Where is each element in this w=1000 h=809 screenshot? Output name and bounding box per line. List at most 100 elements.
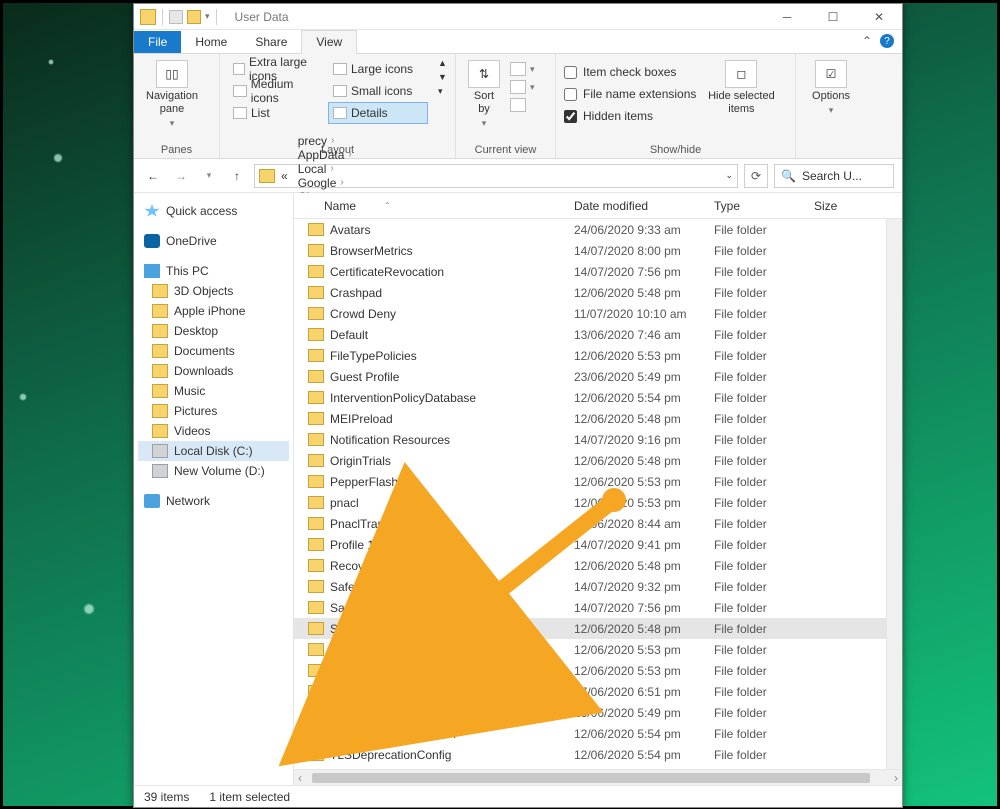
file-row[interactable]: Crowd Deny11/07/2020 10:10 amFile folder <box>294 303 886 324</box>
layout-details[interactable]: Details <box>328 102 428 124</box>
tab-view[interactable]: View <box>301 30 357 54</box>
nav-onedrive[interactable]: OneDrive <box>138 231 289 251</box>
forward-button[interactable]: → <box>170 165 192 187</box>
refresh-button[interactable]: ⟳ <box>744 164 768 188</box>
check-file-extensions[interactable]: File name extensions <box>564 84 696 104</box>
group-by-button[interactable]: ▾ <box>510 62 535 76</box>
tab-file[interactable]: File <box>134 31 181 53</box>
layout-scroll[interactable]: ▲ ▼ ▾ <box>434 58 447 97</box>
breadcrumb-bar[interactable]: « precy›AppData›Local›Google›Chrome›User… <box>254 164 738 188</box>
breadcrumb-segment[interactable]: AppData› <box>294 148 363 162</box>
column-headers[interactable]: Name⌃ Date modified Type Size <box>294 193 902 219</box>
check-item-checkboxes[interactable]: Item check boxes <box>564 62 696 82</box>
chevron-down-icon[interactable]: ⌄ <box>725 170 733 181</box>
file-row[interactable]: InterventionPolicyDatabase12/06/2020 5:5… <box>294 387 886 408</box>
options-button[interactable]: ☑ Options ▾ <box>804 58 858 116</box>
file-row[interactable]: Guest Profile23/06/2020 5:49 pmFile fold… <box>294 366 886 387</box>
nav-network[interactable]: Network <box>138 491 289 511</box>
titlebar[interactable]: ▾ User Data ─ ☐ ✕ <box>134 4 902 30</box>
nav-item[interactable]: Apple iPhone <box>138 301 289 321</box>
nav-item[interactable]: Documents <box>138 341 289 361</box>
layout-list[interactable]: List <box>228 102 328 124</box>
nav-item[interactable]: Downloads <box>138 361 289 381</box>
chevron-up-icon[interactable]: ▲ <box>438 58 447 68</box>
breadcrumb-segment[interactable]: Google› <box>294 176 363 190</box>
file-row[interactable]: TLSDeprecationConfig12/06/2020 5:54 pmFi… <box>294 744 886 765</box>
navigation-pane-button[interactable]: ▯▯ Navigation pane ▾ <box>142 58 202 129</box>
search-input[interactable]: 🔍 Search U... <box>774 164 894 188</box>
folder-icon <box>140 9 156 25</box>
nav-quick-access[interactable]: Quick access <box>138 201 289 221</box>
layout-small[interactable]: Small icons <box>328 80 428 102</box>
tab-share[interactable]: Share <box>241 31 301 53</box>
breadcrumb-segment[interactable]: precy› <box>294 134 363 148</box>
navigation-pane[interactable]: Quick access OneDrive This PC 3D Objects… <box>134 193 294 785</box>
qat-dropdown-icon[interactable]: ▾ <box>205 11 210 22</box>
properties-icon[interactable] <box>169 10 183 24</box>
file-row[interactable]: System Profile23/06/2020 5:49 pmFile fol… <box>294 702 886 723</box>
file-row[interactable]: FileTypePolicies12/06/2020 5:53 pmFile f… <box>294 345 886 366</box>
file-row[interactable]: BrowserMetrics14/07/2020 8:00 pmFile fol… <box>294 240 886 261</box>
file-row[interactable]: OriginTrials12/06/2020 5:48 pmFile folde… <box>294 450 886 471</box>
file-row[interactable]: RecoveryImproved12/06/2020 5:48 pmFile f… <box>294 555 886 576</box>
layout-gallery[interactable]: Extra large icons Large icons Medium ico… <box>228 58 428 124</box>
add-columns-button[interactable]: ▾ <box>510 80 535 94</box>
maximize-button[interactable]: ☐ <box>810 4 856 30</box>
folder-icon <box>308 412 324 425</box>
nav-item[interactable]: Pictures <box>138 401 289 421</box>
sort-by-button[interactable]: ⇅ Sort by ▾ <box>464 58 504 129</box>
breadcrumb-segment[interactable]: Local› <box>294 162 363 176</box>
file-row[interactable]: Notification Resources14/07/2020 9:16 pm… <box>294 429 886 450</box>
size-columns-button[interactable] <box>510 98 535 112</box>
vertical-scrollbar[interactable] <box>886 219 902 769</box>
hide-selected-button[interactable]: ◻ Hide selected items <box>706 58 776 116</box>
file-row[interactable]: SafetyTips14/07/2020 7:56 pmFile folder <box>294 597 886 618</box>
nav-item[interactable]: Videos <box>138 421 289 441</box>
layout-medium[interactable]: Medium icons <box>228 80 328 102</box>
layout-large[interactable]: Large icons <box>328 58 428 80</box>
chevron-down-icon[interactable]: ▼ <box>438 72 447 82</box>
close-button[interactable]: ✕ <box>856 4 902 30</box>
onedrive-icon <box>144 234 160 248</box>
col-type[interactable]: Type <box>714 199 814 213</box>
file-row[interactable]: ShaderCache12/06/2020 5:48 pmFile folder <box>294 618 886 639</box>
file-row[interactable]: PepperFlash12/06/2020 5:53 pmFile folder <box>294 471 886 492</box>
tab-home[interactable]: Home <box>181 31 241 53</box>
nav-item[interactable]: 3D Objects <box>138 281 289 301</box>
col-date[interactable]: Date modified <box>574 199 714 213</box>
file-row[interactable]: pnacl12/06/2020 5:53 pmFile folder <box>294 492 886 513</box>
file-row[interactable]: Safe Browsing14/07/2020 9:32 pmFile fold… <box>294 576 886 597</box>
check-hidden-items[interactable]: Hidden items <box>564 106 696 126</box>
file-row[interactable]: Avatars24/06/2020 9:33 amFile folder <box>294 219 886 240</box>
nav-this-pc[interactable]: This PC <box>138 261 289 281</box>
up-button[interactable]: ↑ <box>226 165 248 187</box>
nav-item[interactable]: Music <box>138 381 289 401</box>
breadcrumb-overflow[interactable]: « <box>277 169 292 183</box>
file-row[interactable]: SSLErrorAssistant12/06/2020 5:53 pmFile … <box>294 639 886 660</box>
file-row[interactable]: SwReporter27/06/2020 6:51 pmFile folder <box>294 681 886 702</box>
recent-locations-button[interactable]: ▾ <box>198 165 220 187</box>
file-row[interactable]: Crashpad12/06/2020 5:48 pmFile folder <box>294 282 886 303</box>
dropdown-icon[interactable]: ▾ <box>438 86 447 97</box>
file-row[interactable]: Default13/06/2020 7:46 amFile folder <box>294 324 886 345</box>
file-row[interactable]: ThirdPartyModuleList6412/06/2020 5:54 pm… <box>294 723 886 744</box>
collapse-ribbon-icon[interactable]: ⌃ <box>862 34 872 48</box>
file-row[interactable]: PnaclTranslationCache17/06/2020 8:44 amF… <box>294 513 886 534</box>
nav-item[interactable]: New Volume (D:) <box>138 461 289 481</box>
file-row[interactable]: Profile 114/07/2020 9:41 pmFile folder <box>294 534 886 555</box>
file-list[interactable]: Avatars24/06/2020 9:33 amFile folderBrow… <box>294 219 886 769</box>
horizontal-scrollbar[interactable]: ‹› <box>294 769 902 785</box>
file-row[interactable]: CertificateRevocation14/07/2020 7:56 pmF… <box>294 261 886 282</box>
nav-item[interactable]: Desktop <box>138 321 289 341</box>
col-size[interactable]: Size <box>814 199 864 213</box>
back-button[interactable]: ← <box>142 165 164 187</box>
folder-icon <box>152 344 168 358</box>
nav-item[interactable]: Local Disk (C:) <box>138 441 289 461</box>
file-list-pane: Name⌃ Date modified Type Size Avatars24/… <box>294 193 902 785</box>
minimize-button[interactable]: ─ <box>764 4 810 30</box>
new-folder-icon[interactable] <box>187 10 201 24</box>
file-row[interactable]: MEIPreload12/06/2020 5:48 pmFile folder <box>294 408 886 429</box>
file-row[interactable]: Subresource Filter12/06/2020 5:53 pmFile… <box>294 660 886 681</box>
col-name[interactable]: Name⌃ <box>294 199 574 213</box>
help-icon[interactable]: ? <box>880 34 894 48</box>
